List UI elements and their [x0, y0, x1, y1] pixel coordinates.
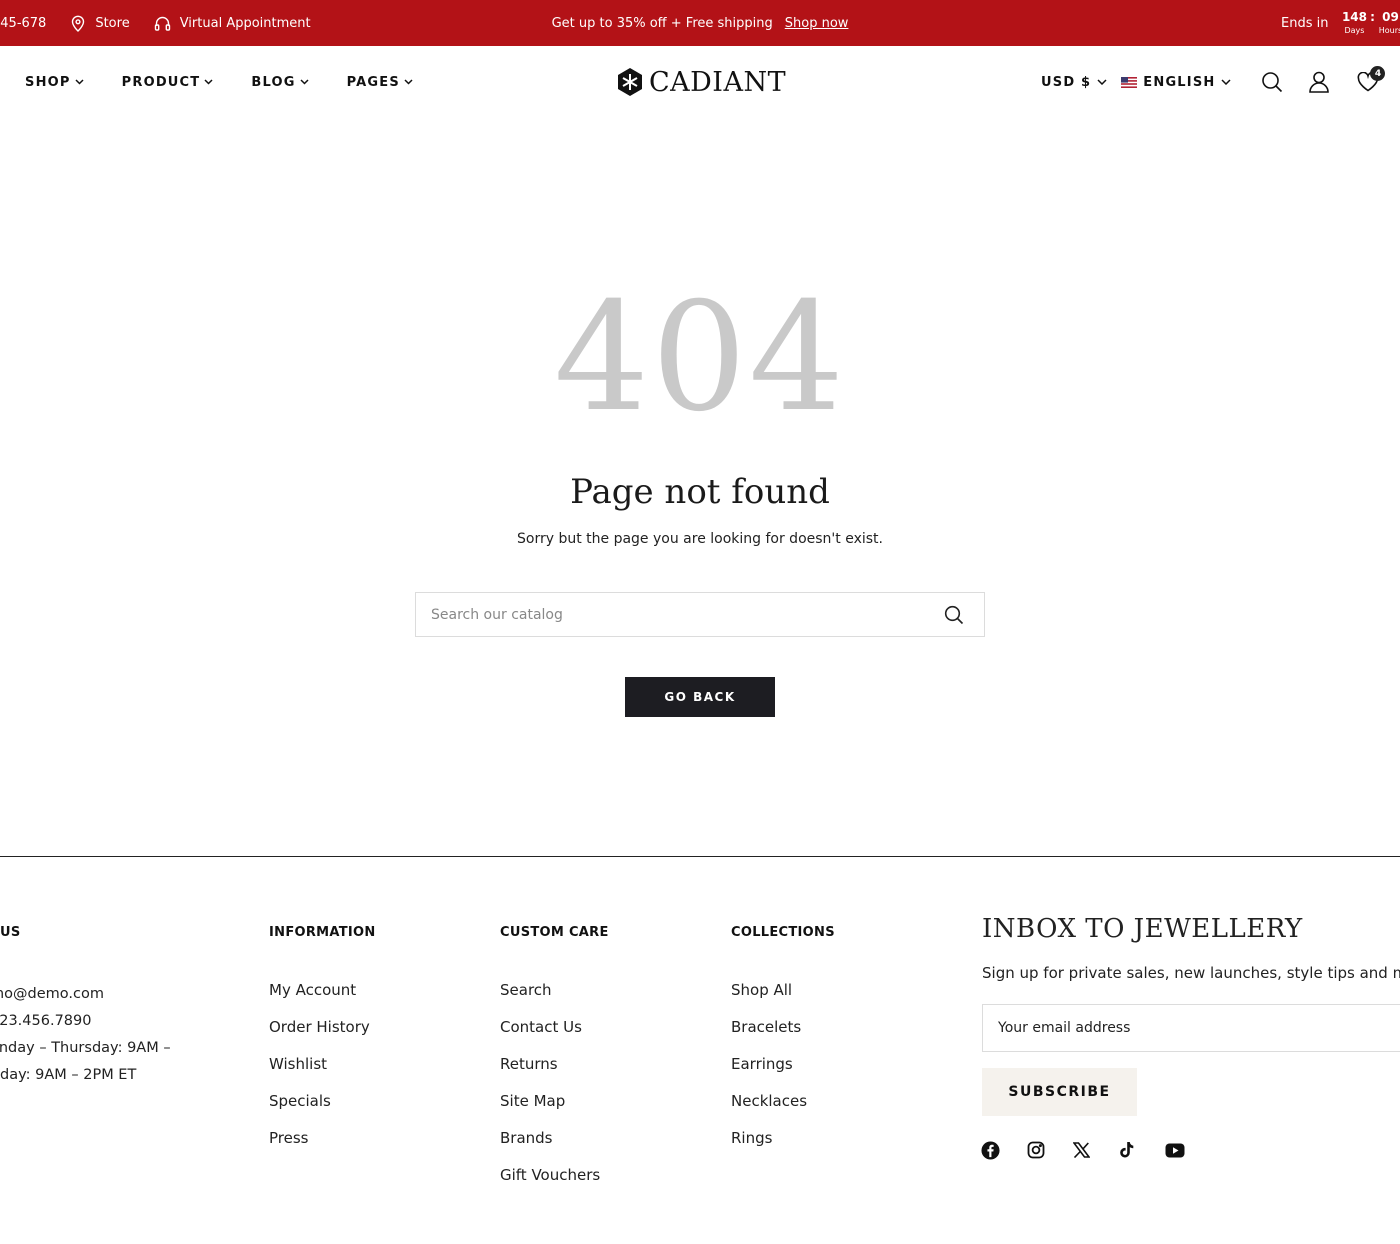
- wishlist-count-badge: 4: [1370, 66, 1386, 81]
- footer-custom-care-links: Search Contact Us Returns Site Map Brand…: [500, 980, 600, 1202]
- footer-collections-heading: COLLECTIONS: [731, 925, 835, 940]
- countdown-days-label: Days: [1344, 26, 1365, 35]
- countdown-days: 148 Days: [1341, 10, 1367, 36]
- footer-link[interactable]: Shop All: [731, 980, 807, 1017]
- catalog-search-box: [415, 592, 985, 637]
- newsletter-email-input[interactable]: [983, 1005, 1400, 1051]
- footer-information-heading: INFORMATION: [269, 925, 376, 940]
- search-button[interactable]: [1261, 71, 1283, 93]
- footer-link[interactable]: Brands: [500, 1128, 600, 1165]
- footer-link[interactable]: My Account: [269, 980, 370, 1017]
- footer-collections-links: Shop All Bracelets Earrings Necklaces Ri…: [731, 980, 807, 1165]
- currency-selector[interactable]: USD $: [1041, 75, 1107, 90]
- nav-item-shop[interactable]: SHOP: [25, 75, 84, 90]
- search-icon: [944, 605, 964, 624]
- instagram-icon: [1027, 1141, 1045, 1159]
- facebook-icon: [981, 1140, 1000, 1160]
- tiktok-link[interactable]: [1119, 1140, 1165, 1160]
- site-logo[interactable]: CADIANT: [617, 46, 786, 118]
- footer-link[interactable]: Order History: [269, 1017, 370, 1054]
- footer-link[interactable]: Specials: [269, 1091, 370, 1128]
- shop-now-link[interactable]: Shop now: [785, 16, 849, 31]
- footer-custom-care-heading: CUSTOM CARE: [500, 925, 609, 940]
- go-back-button[interactable]: GO BACK: [625, 677, 775, 717]
- account-button[interactable]: [1309, 71, 1330, 93]
- newsletter-email-box: [982, 1004, 1400, 1052]
- footer-link[interactable]: Necklaces: [731, 1091, 807, 1128]
- main-nav: SHOP PRODUCT BLOG PAGES: [25, 46, 451, 118]
- footer-link[interactable]: Press: [269, 1128, 370, 1165]
- countdown-days-value: 148: [1341, 10, 1367, 24]
- youtube-icon: [1165, 1143, 1185, 1157]
- footer-information-links: My Account Order History Wishlist Specia…: [269, 980, 370, 1165]
- countdown-timer: 148 Days : 09 Hours: [1341, 10, 1400, 36]
- nav-item-label: PAGES: [346, 74, 400, 90]
- footer-link[interactable]: Earrings: [731, 1054, 807, 1091]
- chevron-down-icon: [404, 79, 413, 85]
- facebook-link[interactable]: [981, 1140, 1027, 1160]
- promo-text: Get up to 35% off + Free shipping: [551, 15, 773, 31]
- announcement-bar: 345-678 Store Virtual Appointment Get up…: [0, 0, 1400, 46]
- error-message: Sorry but the page you are looking for d…: [517, 531, 883, 547]
- site-header: SHOP PRODUCT BLOG PAGES CADIANT USD $ EN…: [0, 46, 1400, 118]
- nav-item-product[interactable]: PRODUCT: [122, 75, 214, 90]
- chevron-down-icon: [1221, 79, 1232, 85]
- newsletter-text: Sign up for private sales, new launches,…: [982, 964, 1400, 982]
- countdown-separator: :: [1370, 10, 1375, 24]
- nav-item-pages[interactable]: PAGES: [347, 75, 413, 90]
- contact-hours-friday: riday: 9AM – 2PM ET: [0, 1067, 137, 1083]
- countdown-block: Ends in 148 Days : 09 Hours: [1281, 0, 1400, 46]
- page-title: Page not found: [570, 472, 830, 512]
- promo-message: Get up to 35% off + Free shipping Shop n…: [0, 0, 1400, 46]
- x-link[interactable]: [1073, 1140, 1119, 1160]
- footer-link[interactable]: Returns: [500, 1054, 600, 1091]
- language-selector[interactable]: ENGLISH: [1121, 74, 1232, 90]
- contact-hours-weekdays: onday – Thursday: 9AM –: [0, 1040, 171, 1056]
- footer-link[interactable]: Search: [500, 980, 600, 1017]
- currency-label: USD $: [1041, 74, 1092, 90]
- countdown-hours-label: Hours: [1378, 26, 1400, 35]
- footer-link[interactable]: Site Map: [500, 1091, 600, 1128]
- countdown-hours-value: 09: [1382, 10, 1399, 24]
- us-flag-icon: [1121, 76, 1138, 88]
- tiktok-icon: [1120, 1142, 1134, 1158]
- footer-link[interactable]: Gift Vouchers: [500, 1165, 600, 1202]
- catalog-search-submit[interactable]: [924, 605, 984, 625]
- header-actions: USD $ ENGLISH 4: [1041, 46, 1386, 118]
- footer-contact-heading: US: [0, 925, 21, 940]
- footer-link[interactable]: Rings: [731, 1128, 807, 1165]
- subscribe-button[interactable]: SUBSCRIBE: [982, 1068, 1137, 1116]
- logo-text: CADIANT: [649, 66, 787, 98]
- footer-link[interactable]: Contact Us: [500, 1017, 600, 1054]
- contact-email[interactable]: mo@demo.com: [0, 984, 171, 1011]
- social-links: [981, 1140, 1211, 1160]
- nav-item-label: BLOG: [251, 74, 296, 90]
- search-icon: [1262, 72, 1283, 93]
- footer-link[interactable]: Bracelets: [731, 1017, 807, 1054]
- x-icon: [1073, 1142, 1090, 1158]
- nav-item-blog[interactable]: BLOG: [251, 74, 309, 90]
- wishlist-button[interactable]: 4: [1357, 66, 1386, 92]
- chevron-down-icon: [75, 79, 84, 85]
- chevron-down-icon: [300, 79, 309, 85]
- account-icon: [1309, 71, 1330, 93]
- newsletter-title: INBOX TO JEWELLERY: [982, 914, 1303, 944]
- catalog-search-input[interactable]: [416, 593, 924, 636]
- chevron-down-icon: [1097, 79, 1107, 85]
- youtube-link[interactable]: [1165, 1140, 1211, 1160]
- footer-contact: mo@demo.com 123.456.7890 onday – Thursda…: [0, 984, 171, 1092]
- logo-mark-icon: [618, 68, 642, 96]
- footer-divider: [0, 856, 1400, 857]
- language-label: ENGLISH: [1143, 74, 1216, 90]
- footer-link[interactable]: Wishlist: [269, 1054, 370, 1091]
- nav-item-label: SHOP: [25, 74, 71, 90]
- contact-phone[interactable]: 123.456.7890: [0, 1011, 171, 1038]
- countdown-hours: 09 Hours: [1379, 10, 1400, 36]
- error-code: 404: [553, 271, 847, 445]
- chevron-down-icon: [204, 79, 213, 85]
- ends-in-label: Ends in: [1281, 15, 1329, 31]
- instagram-link[interactable]: [1027, 1140, 1073, 1160]
- nav-item-label: PRODUCT: [121, 74, 201, 90]
